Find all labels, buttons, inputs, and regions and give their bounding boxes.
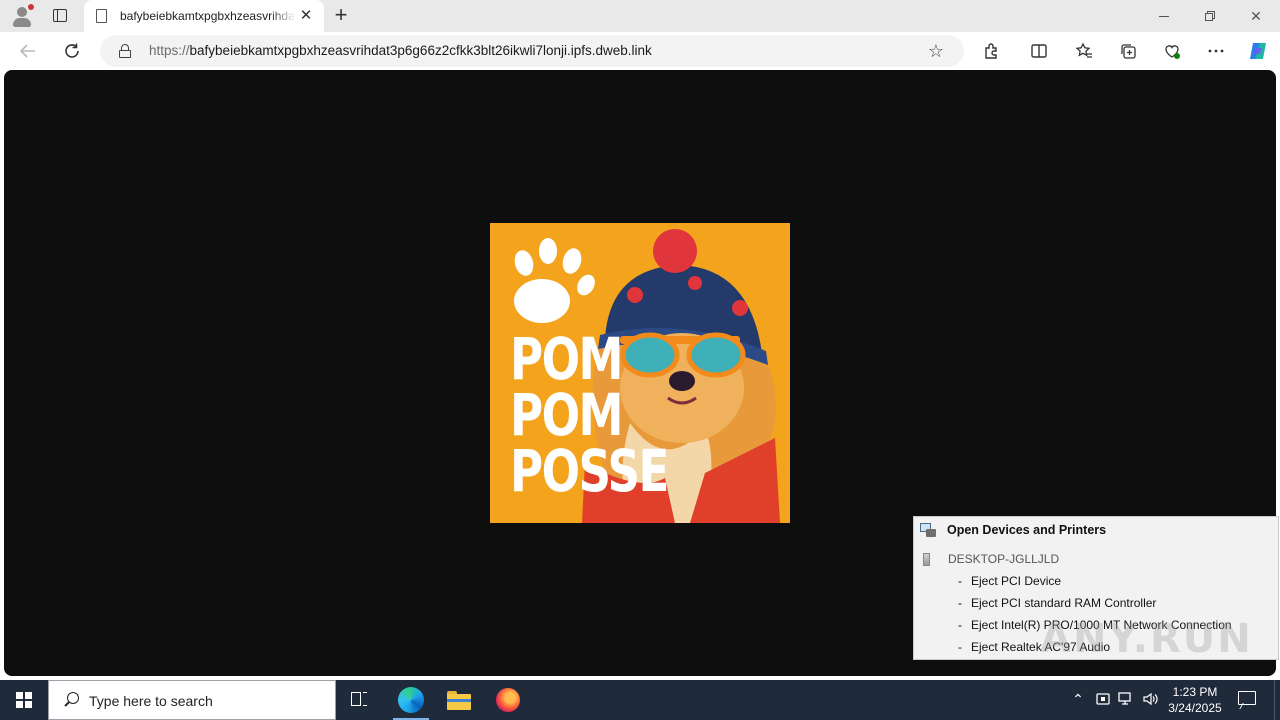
file-explorer-icon bbox=[447, 690, 471, 710]
show-hidden-icons-chevron-icon[interactable]: ⌃ bbox=[1070, 691, 1086, 707]
taskbar: Type here to search ⌃ 1:23 PM 3/24/2025 bbox=[0, 680, 1280, 720]
eject-item[interactable]: - Eject PCI Device bbox=[958, 574, 1061, 588]
address-bar[interactable]: https://bafybeiebkamtxpgbxhzeasvrihdat3p… bbox=[100, 35, 964, 67]
eject-item-label: Eject PCI standard RAM Controller bbox=[971, 596, 1157, 610]
url-scheme: https:// bbox=[149, 43, 190, 58]
taskbar-search-box[interactable]: Type here to search bbox=[48, 680, 336, 720]
more-icon[interactable] bbox=[1204, 39, 1228, 63]
taskbar-edge-button[interactable] bbox=[387, 680, 435, 720]
new-tab-button[interactable]: + bbox=[331, 4, 351, 27]
split-screen-icon[interactable] bbox=[1027, 39, 1051, 63]
extensions-icon[interactable] bbox=[979, 39, 1003, 63]
open-devices-printers-link[interactable]: Open Devices and Printers bbox=[947, 523, 1106, 537]
taskbar-file-explorer-button[interactable] bbox=[435, 680, 483, 720]
paw-print-icon bbox=[514, 238, 595, 323]
edge-icon bbox=[398, 687, 424, 713]
copilot-icon[interactable] bbox=[1246, 39, 1270, 63]
start-button[interactable] bbox=[0, 680, 48, 720]
tab-close-icon[interactable]: ✕ bbox=[298, 8, 314, 24]
url-host: bafybeiebkamtxpgbxhzeasvrihdat3p6g66z2cf… bbox=[189, 43, 652, 58]
eject-item[interactable]: - Eject PCI standard RAM Controller bbox=[958, 596, 1156, 610]
window-restore-button[interactable] bbox=[1187, 0, 1233, 32]
taskbar-clock[interactable]: 1:23 PM 3/24/2025 bbox=[1164, 684, 1226, 716]
refresh-button[interactable] bbox=[58, 37, 86, 65]
computer-name: DESKTOP-JGLLJLD bbox=[948, 552, 1060, 566]
refresh-icon bbox=[65, 43, 79, 58]
search-icon bbox=[63, 692, 81, 710]
notification-dot bbox=[28, 4, 34, 10]
collections-icon[interactable] bbox=[1116, 39, 1140, 63]
tab-title: bafybeiebkamtxpgbxhzeasvrihdat3p6g66z2cf… bbox=[120, 9, 296, 23]
lock-icon[interactable] bbox=[119, 44, 131, 58]
window-minimize-button[interactable] bbox=[1141, 0, 1187, 32]
task-view-icon bbox=[351, 692, 369, 708]
browser-toolbar: https://bafybeiebkamtxpgbxhzeasvrihdat3p… bbox=[0, 32, 1280, 70]
browser-tab-active[interactable]: bafybeiebkamtxpgbxhzeasvrihdat3p6g66z2cf… bbox=[84, 0, 324, 32]
add-favorite-star-icon[interactable]: ☆ bbox=[926, 41, 946, 61]
window-close-button[interactable]: ✕ bbox=[1233, 0, 1279, 32]
devices-printers-icon bbox=[920, 523, 936, 537]
pom-pom-posse-artwork: POM POM POSSE bbox=[490, 223, 790, 523]
eject-item-label: Eject PCI Device bbox=[971, 574, 1062, 588]
eject-hardware-tray-icon[interactable] bbox=[1094, 691, 1112, 709]
browser-essentials-icon[interactable] bbox=[1160, 39, 1184, 63]
network-icon[interactable] bbox=[1117, 691, 1135, 709]
back-button[interactable] bbox=[14, 37, 42, 65]
favorites-icon[interactable] bbox=[1072, 39, 1096, 63]
tab-actions-icon[interactable] bbox=[50, 6, 70, 26]
artwork-text-pom-1: POM bbox=[510, 325, 624, 393]
search-placeholder: Type here to search bbox=[89, 693, 213, 709]
back-arrow-icon bbox=[19, 44, 35, 58]
show-desktop-button[interactable] bbox=[1274, 680, 1280, 720]
computer-tower-icon bbox=[923, 553, 930, 566]
windows-logo-icon bbox=[16, 692, 32, 708]
task-view-button[interactable] bbox=[336, 680, 384, 720]
browser-tabstrip: bafybeiebkamtxpgbxhzeasvrihdat3p6g66z2cf… bbox=[0, 0, 1280, 32]
artwork-text-pom-2: POM bbox=[510, 381, 624, 449]
firefox-icon bbox=[496, 688, 520, 712]
url-text[interactable]: https://bafybeiebkamtxpgbxhzeasvrihdat3p… bbox=[149, 43, 652, 58]
page-icon bbox=[96, 9, 107, 23]
watermark-logo: ANY.RUN bbox=[1040, 616, 1253, 662]
clock-date: 3/24/2025 bbox=[1168, 701, 1222, 715]
clock-time: 1:23 PM bbox=[1172, 685, 1218, 699]
artwork-text-posse: POSSE bbox=[510, 437, 669, 505]
action-center-icon[interactable] bbox=[1236, 689, 1258, 711]
taskbar-firefox-button[interactable] bbox=[484, 680, 532, 720]
volume-icon[interactable] bbox=[1141, 691, 1159, 709]
profile-avatar-icon[interactable] bbox=[10, 4, 34, 28]
